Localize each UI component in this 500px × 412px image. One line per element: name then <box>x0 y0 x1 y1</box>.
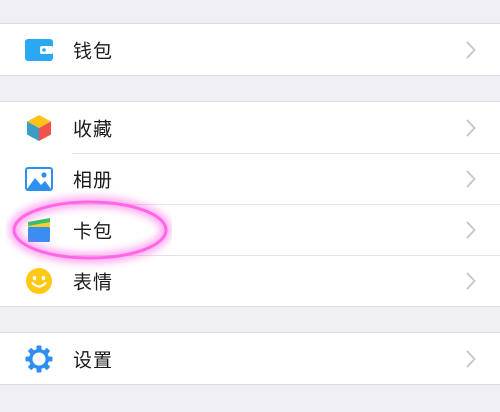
favorites-cube-icon <box>25 114 53 142</box>
menu-item-favorites[interactable]: 收藏 <box>0 102 500 153</box>
menu-item-stickers[interactable]: 表情 <box>0 255 500 306</box>
menu-item-label: 卡包 <box>73 220 114 242</box>
wallet-group: 钱包 <box>0 23 500 76</box>
chevron-right-icon <box>466 272 476 289</box>
menu-item-label: 钱包 <box>73 40 114 62</box>
smiley-face-icon <box>25 267 53 295</box>
wallet-icon <box>25 36 53 64</box>
album-picture-icon <box>25 165 53 193</box>
card-package-icon <box>25 216 53 244</box>
menu-item-label: 表情 <box>73 271 114 293</box>
settings-gear-icon <box>25 345 53 373</box>
content-group: 收藏 相册 卡包 表情 <box>0 101 500 307</box>
settings-group: 设置 <box>0 332 500 385</box>
menu-item-album[interactable]: 相册 <box>0 153 500 204</box>
chevron-right-icon <box>466 119 476 136</box>
chevron-right-icon <box>466 221 476 238</box>
chevron-right-icon <box>466 170 476 187</box>
menu-item-label: 收藏 <box>73 118 114 140</box>
menu-item-label: 相册 <box>73 169 114 191</box>
menu-item-card-package[interactable]: 卡包 <box>0 204 500 255</box>
menu-item-settings[interactable]: 设置 <box>0 333 500 384</box>
menu-item-label: 设置 <box>73 349 114 371</box>
chevron-right-icon <box>466 41 476 58</box>
chevron-right-icon <box>466 350 476 367</box>
menu-item-wallet[interactable]: 钱包 <box>0 24 500 75</box>
